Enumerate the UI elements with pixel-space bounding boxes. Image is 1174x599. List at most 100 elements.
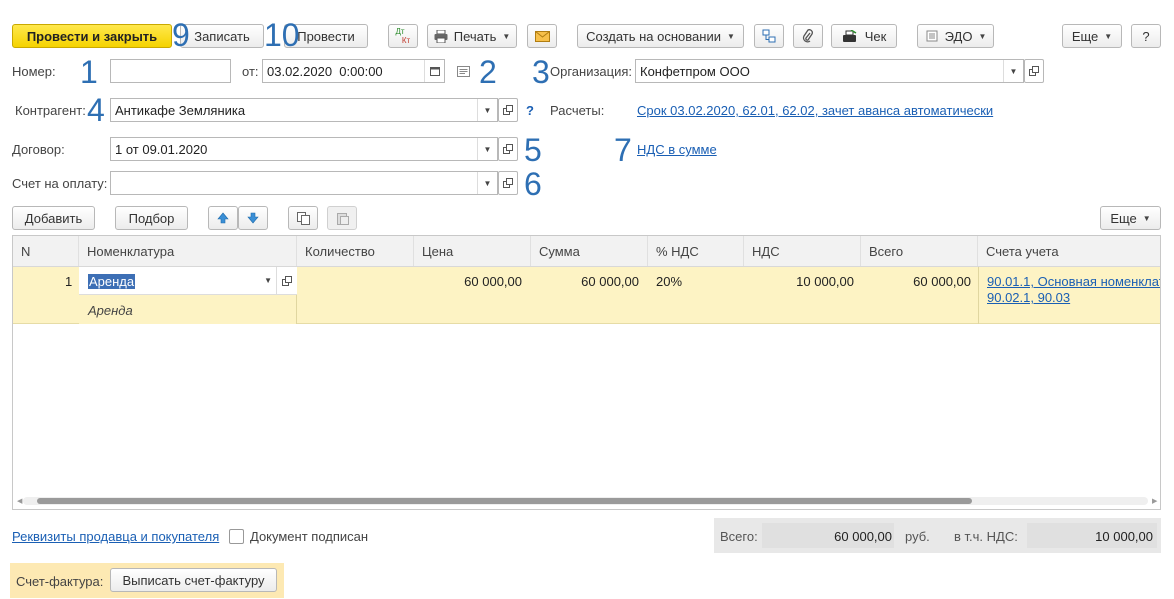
move-down-button[interactable] (238, 206, 268, 230)
column-n[interactable]: N (13, 236, 79, 266)
column-quantity[interactable]: Количество (297, 236, 414, 266)
chevron-down-icon[interactable]: ▼ (477, 172, 497, 194)
chevron-down-icon: ▼ (1142, 213, 1151, 223)
column-nomenclature[interactable]: Номенклатура (79, 236, 297, 266)
vat-cell[interactable]: 10 000,00 (796, 274, 854, 289)
chevron-down-icon[interactable]: ▼ (477, 138, 497, 160)
vat-in-sum-link[interactable]: НДС в сумме (637, 142, 717, 157)
accounts-link-secondary[interactable]: 90.02.1, 90.03 (987, 290, 1070, 305)
copy-button[interactable] (288, 206, 318, 230)
vat-rate-cell[interactable]: 20% (656, 274, 682, 289)
paste-button[interactable] (327, 206, 357, 230)
date-value: 03.02.2020 0:00:00 (267, 63, 383, 79)
nomenclature-input[interactable]: Аренда ▼ (79, 267, 277, 295)
organization-open-button[interactable] (1024, 59, 1044, 83)
document-signed-checkbox[interactable] (229, 529, 244, 544)
organization-input[interactable]: Конфетпром ООО ▼ (635, 59, 1024, 83)
chevron-down-icon[interactable]: ▼ (477, 99, 497, 121)
scroll-right-icon[interactable]: ▶ (1152, 497, 1157, 505)
email-button[interactable] (527, 24, 557, 48)
settlements-link[interactable]: Срок 03.02.2020, 62.01, 62.02, зачет ава… (637, 103, 993, 118)
nomenclature-cell-editor[interactable]: Аренда ▼ Аренда (79, 267, 297, 324)
structure-button[interactable] (754, 24, 784, 48)
more-label: Еще (1071, 28, 1099, 44)
currency-label: руб. (905, 529, 930, 544)
paste-icon (336, 212, 349, 225)
horizontal-scrollbar[interactable] (23, 497, 1148, 505)
invoice-label: Счет-фактура: (16, 574, 104, 589)
contract-value: 1 от 09.01.2020 (115, 141, 208, 157)
contract-label: Договор: (12, 142, 65, 157)
invoice-for-payment-input[interactable]: ▼ (110, 171, 498, 195)
date-label: от: (242, 64, 259, 79)
annotation-10: 10 (264, 17, 300, 53)
scroll-left-icon[interactable]: ◀ (17, 497, 22, 505)
issue-invoice-button[interactable]: Выписать счет-фактуру (110, 568, 277, 592)
chevron-down-icon: ▼ (502, 31, 511, 41)
sum-cell[interactable]: 60 000,00 (581, 274, 639, 289)
table-header: N Номенклатура Количество Цена Сумма % Н… (13, 236, 1160, 267)
chevron-down-icon[interactable]: ▼ (264, 276, 272, 285)
chevron-down-icon[interactable]: ▼ (1003, 60, 1023, 82)
post-and-close-button[interactable]: Провести и закрыть (12, 24, 172, 48)
scrollbar-thumb[interactable] (37, 498, 972, 504)
annotation-9: 9 (172, 17, 190, 53)
open-form-icon (1029, 66, 1039, 76)
total-value: 60 000,00 (834, 529, 892, 544)
column-price[interactable]: Цена (414, 236, 531, 266)
price-cell[interactable]: 60 000,00 (464, 274, 522, 289)
annotation-3: 3 (532, 54, 550, 90)
create-based-on-button[interactable]: Создать на основании ▼ (577, 24, 744, 48)
annotation-2: 2 (479, 54, 497, 90)
table-more-button[interactable]: Еще ▼ (1100, 206, 1161, 230)
invoice-for-payment-label: Счет на оплату: (12, 176, 108, 191)
column-vat-rate[interactable]: % НДС (648, 236, 744, 266)
edo-button[interactable]: ЭДО ▼ (917, 24, 994, 48)
requisites-link[interactable]: Реквизиты продавца и покупателя (12, 529, 219, 544)
table-row[interactable]: 1 Аренда ▼ Аренда 60 000,00 60 000,00 20… (13, 267, 1160, 324)
date-input[interactable]: 03.02.2020 0:00:00 (262, 59, 445, 83)
move-up-button[interactable] (208, 206, 238, 230)
add-row-button[interactable]: Добавить (12, 206, 95, 230)
check-button[interactable]: Чек (831, 24, 897, 48)
counterparty-input[interactable]: Антикафе Земляника ▼ (110, 98, 498, 122)
nomenclature-open-button[interactable] (277, 267, 297, 295)
goods-table: N Номенклатура Количество Цена Сумма % Н… (12, 235, 1161, 510)
counterparty-open-button[interactable] (498, 98, 518, 122)
column-sum[interactable]: Сумма (531, 236, 648, 266)
column-vat[interactable]: НДС (744, 236, 861, 266)
open-form-icon (503, 144, 513, 154)
print-button[interactable]: Печать ▼ (427, 24, 517, 48)
totals-panel: Всего: 60 000,00 руб. в т.ч. НДС: 10 000… (714, 518, 1161, 553)
counterparty-help-icon[interactable]: ? (526, 103, 534, 118)
dt-kt-button[interactable]: Дт Кт (388, 24, 418, 48)
calendar-icon[interactable] (424, 60, 444, 82)
contract-open-button[interactable] (498, 137, 518, 161)
annotation-6: 6 (524, 166, 542, 202)
help-button[interactable]: ? (1131, 24, 1161, 48)
annotation-4: 4 (87, 92, 105, 128)
number-input[interactable] (110, 59, 231, 83)
more-button[interactable]: Еще ▼ (1062, 24, 1122, 48)
edo-exchange-icon (925, 30, 939, 42)
invoice-panel: Счет-фактура: Выписать счет-фактуру (10, 563, 284, 598)
total-cell[interactable]: 60 000,00 (913, 274, 971, 289)
attach-button[interactable] (793, 24, 823, 48)
counterparty-label: Контрагент: (15, 103, 86, 118)
open-form-icon (503, 178, 513, 188)
save-button[interactable]: Записать (180, 24, 264, 48)
comment-icon[interactable] (457, 65, 470, 80)
chevron-down-icon: ▼ (726, 31, 735, 41)
printer-icon (434, 29, 448, 43)
vat-total-label: в т.ч. НДС: (954, 529, 1018, 544)
column-accounts[interactable]: Счета учета (978, 236, 1160, 266)
accounts-link-primary[interactable]: 90.01.1, Основная номенклат (987, 274, 1160, 289)
pick-button[interactable]: Подбор (115, 206, 188, 230)
arrow-down-icon (247, 212, 259, 224)
chevron-down-icon: ▼ (1104, 31, 1113, 41)
accounts-cell: 90.01.1, Основная номенклат 90.02.1, 90.… (978, 267, 1160, 324)
invoice-for-payment-open-button[interactable] (498, 171, 518, 195)
contract-input[interactable]: 1 от 09.01.2020 ▼ (110, 137, 498, 161)
column-total[interactable]: Всего (861, 236, 978, 266)
check-label: Чек (864, 28, 887, 44)
